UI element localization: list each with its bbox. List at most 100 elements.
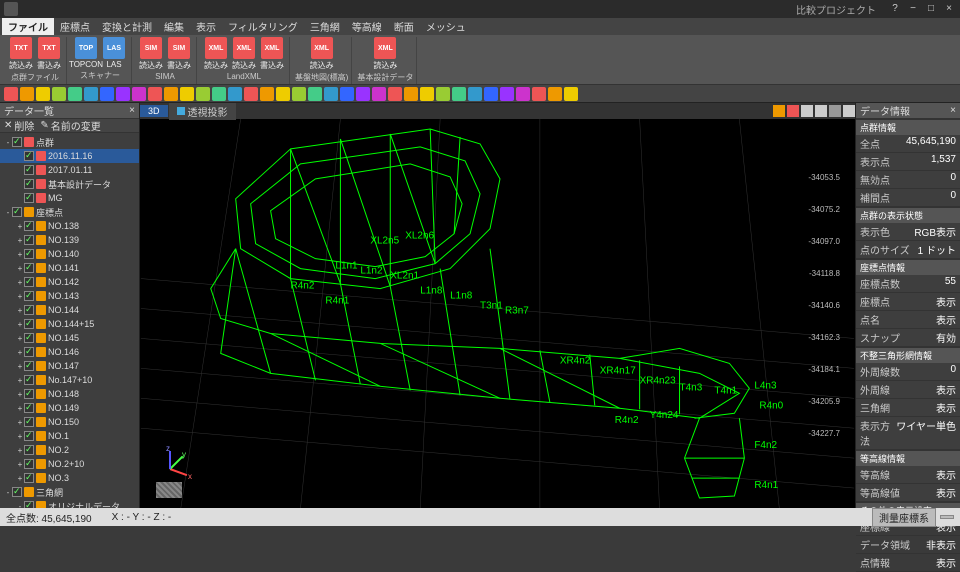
toolbar-btn-17[interactable] [276,87,290,101]
menu-item-0[interactable]: 座標点 [54,18,96,35]
checkbox[interactable] [24,193,34,203]
ribbon-btn-読込み[interactable]: XML読込み [309,37,335,71]
ribbon-btn-TOPCON[interactable]: TOPTOPCON [73,37,99,69]
checkbox[interactable] [24,389,34,399]
toolbar-btn-26[interactable] [420,87,434,101]
tree-node[interactable]: +NO.142 [0,275,139,289]
checkbox[interactable] [24,263,34,273]
tree-node[interactable]: +NO.149 [0,401,139,415]
toolbar-btn-22[interactable] [356,87,370,101]
ribbon-btn-LAS[interactable]: LASLAS [101,37,127,69]
tree-node[interactable]: +NO.147 [0,359,139,373]
toolbar-btn-32[interactable] [516,87,530,101]
help-icon[interactable]: ? [888,2,902,16]
toolbar-btn-5[interactable] [84,87,98,101]
checkbox[interactable] [24,235,34,245]
ribbon-btn-書込み[interactable]: SIM書込み [166,37,192,71]
rename-icon[interactable]: ✎ [40,120,48,131]
tree-node[interactable]: +No.147+10 [0,373,139,387]
tree-node[interactable]: 2016.11.16 [0,149,139,163]
toolbar-btn-13[interactable] [212,87,226,101]
tree-node[interactable]: +NO.1 [0,429,139,443]
tree-node[interactable]: +NO.141 [0,261,139,275]
checkbox[interactable] [24,431,34,441]
toolbar-btn-31[interactable] [500,87,514,101]
menu-item-6[interactable]: 等高線 [346,18,388,35]
toolbar-btn-0[interactable] [4,87,18,101]
toolbar-btn-33[interactable] [532,87,546,101]
toolbar-btn-27[interactable] [436,87,450,101]
toolbar-btn-6[interactable] [100,87,114,101]
checkbox[interactable] [24,305,34,315]
ribbon-btn-書込み[interactable]: TXT書込み [36,37,62,71]
delete-icon[interactable]: ✕ [4,120,12,131]
toolbar-btn-2[interactable] [36,87,50,101]
viewport-3d[interactable]: 3D 透視投影 [140,103,855,508]
menu-item-4[interactable]: フィルタリング [222,18,304,35]
tree-node[interactable]: +NO.144+15 [0,317,139,331]
checkbox[interactable] [12,207,22,217]
toolbar-btn-10[interactable] [164,87,178,101]
checkbox[interactable] [24,221,34,231]
checkbox[interactable] [24,459,34,469]
tab-perspective[interactable]: 透視投影 [169,103,236,120]
checkbox[interactable] [24,179,34,189]
tree-node[interactable]: +NO.145 [0,331,139,345]
tree-node[interactable]: +NO.143 [0,289,139,303]
checkbox[interactable] [24,361,34,371]
panel-close-icon[interactable]: × [950,105,956,116]
menu-item-3[interactable]: 表示 [190,18,222,35]
toolbar-btn-1[interactable] [20,87,34,101]
tree-node[interactable]: +NO.2 [0,443,139,457]
checkbox[interactable] [24,375,34,385]
tab-3d[interactable]: 3D [140,105,168,117]
checkbox[interactable] [24,291,34,301]
menu-item-2[interactable]: 編集 [158,18,190,35]
tree-node[interactable]: +NO.138 [0,219,139,233]
checkbox[interactable] [24,151,34,161]
panel-close-icon[interactable]: × [129,105,135,116]
ribbon-btn-読込み[interactable]: TXT読込み [8,37,34,71]
tree-node[interactable]: +NO.139 [0,233,139,247]
viewport-tool-0[interactable] [773,105,785,117]
toolbar-btn-14[interactable] [228,87,242,101]
checkbox[interactable] [24,403,34,413]
toolbar-btn-16[interactable] [260,87,274,101]
toolbar-btn-8[interactable] [132,87,146,101]
ribbon-btn-読込み[interactable]: XML読込み [203,37,229,71]
toolbar-btn-9[interactable] [148,87,162,101]
toolbar-btn-24[interactable] [388,87,402,101]
menu-item-7[interactable]: 断面 [388,18,420,35]
checkbox[interactable] [24,333,34,343]
delete-label[interactable]: 削除 [14,118,34,133]
toolbar-btn-20[interactable] [324,87,338,101]
toolbar-btn-12[interactable] [196,87,210,101]
tree-node[interactable]: +NO.150 [0,415,139,429]
tree-node[interactable]: 基本設計データ [0,177,139,191]
toolbar-btn-35[interactable] [564,87,578,101]
tree-node[interactable]: +NO.148 [0,387,139,401]
ribbon-btn-読込み[interactable]: XML読込み [231,37,257,71]
toolbar-btn-21[interactable] [340,87,354,101]
menu-item-5[interactable]: 三角網 [304,18,346,35]
checkbox[interactable] [24,501,34,508]
maximize-button[interactable]: □ [924,2,938,16]
minimize-button[interactable]: − [906,2,920,16]
tree-node[interactable]: -座標点 [0,205,139,219]
viewport-tool-5[interactable] [843,105,855,117]
tree-node[interactable]: +NO.144 [0,303,139,317]
tree-node[interactable]: +NO.146 [0,345,139,359]
checkbox[interactable] [24,445,34,455]
toolbar-btn-4[interactable] [68,87,82,101]
toolbar-btn-25[interactable] [404,87,418,101]
checkbox[interactable] [24,417,34,427]
checkbox[interactable] [24,319,34,329]
toolbar-btn-30[interactable] [484,87,498,101]
tree-node[interactable]: +NO.2+10 [0,457,139,471]
checkbox[interactable] [24,347,34,357]
viewport-tool-1[interactable] [787,105,799,117]
tree-node[interactable]: +NO.140 [0,247,139,261]
ribbon-btn-書込み[interactable]: XML書込み [259,37,285,71]
status-extra-button[interactable] [940,515,954,519]
viewport-tool-3[interactable] [815,105,827,117]
